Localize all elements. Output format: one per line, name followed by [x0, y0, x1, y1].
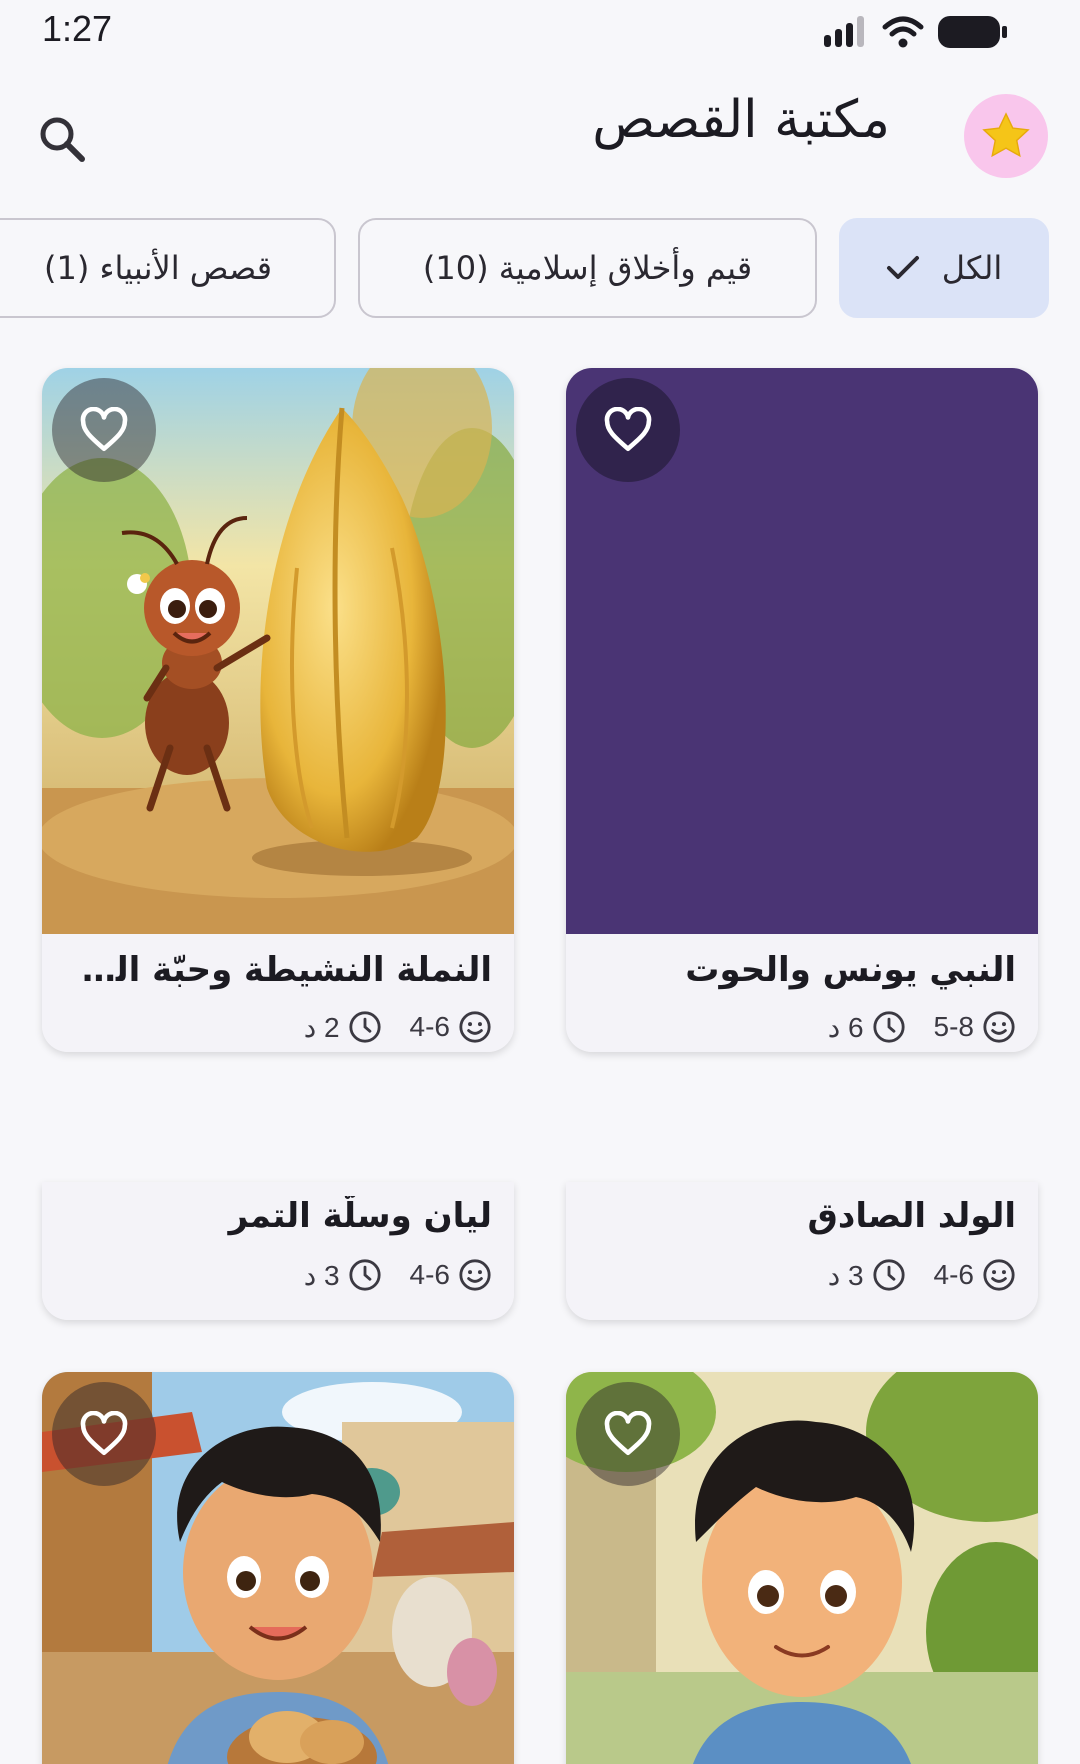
age-range-text: 4-6: [409, 1011, 450, 1042]
chip-islamic-values[interactable]: قيم وأخلاق إسلامية (10): [358, 218, 817, 318]
story-title: النبي يونس والحوت: [685, 950, 1016, 990]
star-icon: [982, 112, 1030, 158]
favorite-button[interactable]: [576, 378, 680, 482]
age-range: 5-8: [934, 1010, 1016, 1044]
favorite-button[interactable]: [52, 1382, 156, 1486]
chip-islamic-values-label: قيم وأخلاق إسلامية (10): [422, 249, 753, 287]
story-card[interactable]: ليان وسلّة التمر 4-6 3 د: [42, 1182, 514, 1320]
story-info: ليان وسلّة التمر 4-6 3 د: [42, 1182, 514, 1320]
status-time: 1:27: [42, 8, 113, 49]
duration: 3 د: [828, 1258, 906, 1292]
favorite-button[interactable]: [52, 378, 156, 482]
page-title: مكتبة القصص: [592, 90, 890, 150]
duration-text: 3 د: [827, 1259, 864, 1291]
story-info: النملة النشيطة وحبّة القمح 4-6 2 د: [42, 934, 514, 1052]
clock-icon: [872, 1011, 905, 1043]
heart-outline-icon: [80, 1411, 128, 1456]
age-range: 4-6: [934, 1258, 1016, 1292]
age-range: 4-6: [410, 1010, 492, 1044]
chip-prophets-stories[interactable]: قصص الأنبياء (1): [0, 218, 336, 318]
story-info: النبي يونس والحوت 5-8 6 د: [566, 934, 1038, 1052]
story-card[interactable]: [42, 1372, 514, 1764]
clock-icon: [348, 1011, 381, 1043]
story-title: الولد الصادق: [807, 1196, 1016, 1236]
signal-icon: [824, 16, 864, 47]
duration: 2 د: [304, 1010, 382, 1044]
smiley-icon: [983, 1259, 1015, 1291]
heart-outline-icon: [604, 1411, 652, 1456]
check-icon: [886, 256, 919, 279]
status-icons: [824, 12, 1008, 52]
duration-text: 2 د: [303, 1011, 340, 1043]
chip-all-label: الكل: [941, 249, 1003, 287]
smiley-icon: [983, 1011, 1015, 1043]
story-meta: 4-6 3 د: [304, 1258, 492, 1292]
heart-outline-icon: [604, 407, 652, 452]
duration: 6 د: [828, 1010, 906, 1044]
story-card[interactable]: النملة النشيطة وحبّة القمح 4-6 2 د: [42, 368, 514, 1052]
story-card[interactable]: الولد الصادق 4-6 3 د: [566, 1182, 1038, 1320]
heart-outline-icon: [80, 407, 128, 452]
search-icon: [40, 117, 85, 162]
status-bar: 1:27: [0, 0, 1080, 62]
favorites-button[interactable]: [964, 94, 1048, 178]
age-range-text: 5-8: [933, 1011, 974, 1042]
chip-prophets-stories-label: قصص الأنبياء (1): [43, 249, 273, 287]
story-title: ليان وسلّة التمر: [228, 1196, 492, 1236]
story-meta: 5-8 6 د: [828, 1010, 1016, 1044]
story-card[interactable]: [566, 1372, 1038, 1764]
smiley-icon: [459, 1259, 491, 1291]
smiley-icon: [459, 1011, 491, 1043]
favorite-button[interactable]: [576, 1382, 680, 1486]
filter-chips: الكل قيم وأخلاق إسلامية (10) قصص الأنبيا…: [0, 218, 1080, 318]
chip-all[interactable]: الكل: [839, 218, 1049, 318]
app-bar: مكتبة القصص: [0, 62, 1080, 212]
duration-text: 6 د: [827, 1011, 864, 1043]
age-range: 4-6: [410, 1258, 492, 1292]
story-meta: 4-6 3 د: [828, 1258, 1016, 1292]
battery-icon: [938, 16, 1007, 48]
duration: 3 د: [304, 1258, 382, 1292]
story-card[interactable]: النبي يونس والحوت 5-8 6 د: [566, 368, 1038, 1052]
duration-text: 3 د: [303, 1259, 340, 1291]
clock-icon: [872, 1259, 905, 1291]
age-range-text: 4-6: [409, 1259, 450, 1290]
age-range-text: 4-6: [933, 1259, 974, 1290]
clock-icon: [348, 1259, 381, 1291]
wifi-icon: [882, 16, 924, 48]
story-info: الولد الصادق 4-6 3 د: [566, 1182, 1038, 1320]
story-title: النملة النشيطة وحبّة القمح: [72, 950, 492, 990]
story-meta: 4-6 2 د: [304, 1010, 492, 1044]
search-button[interactable]: [30, 107, 94, 171]
